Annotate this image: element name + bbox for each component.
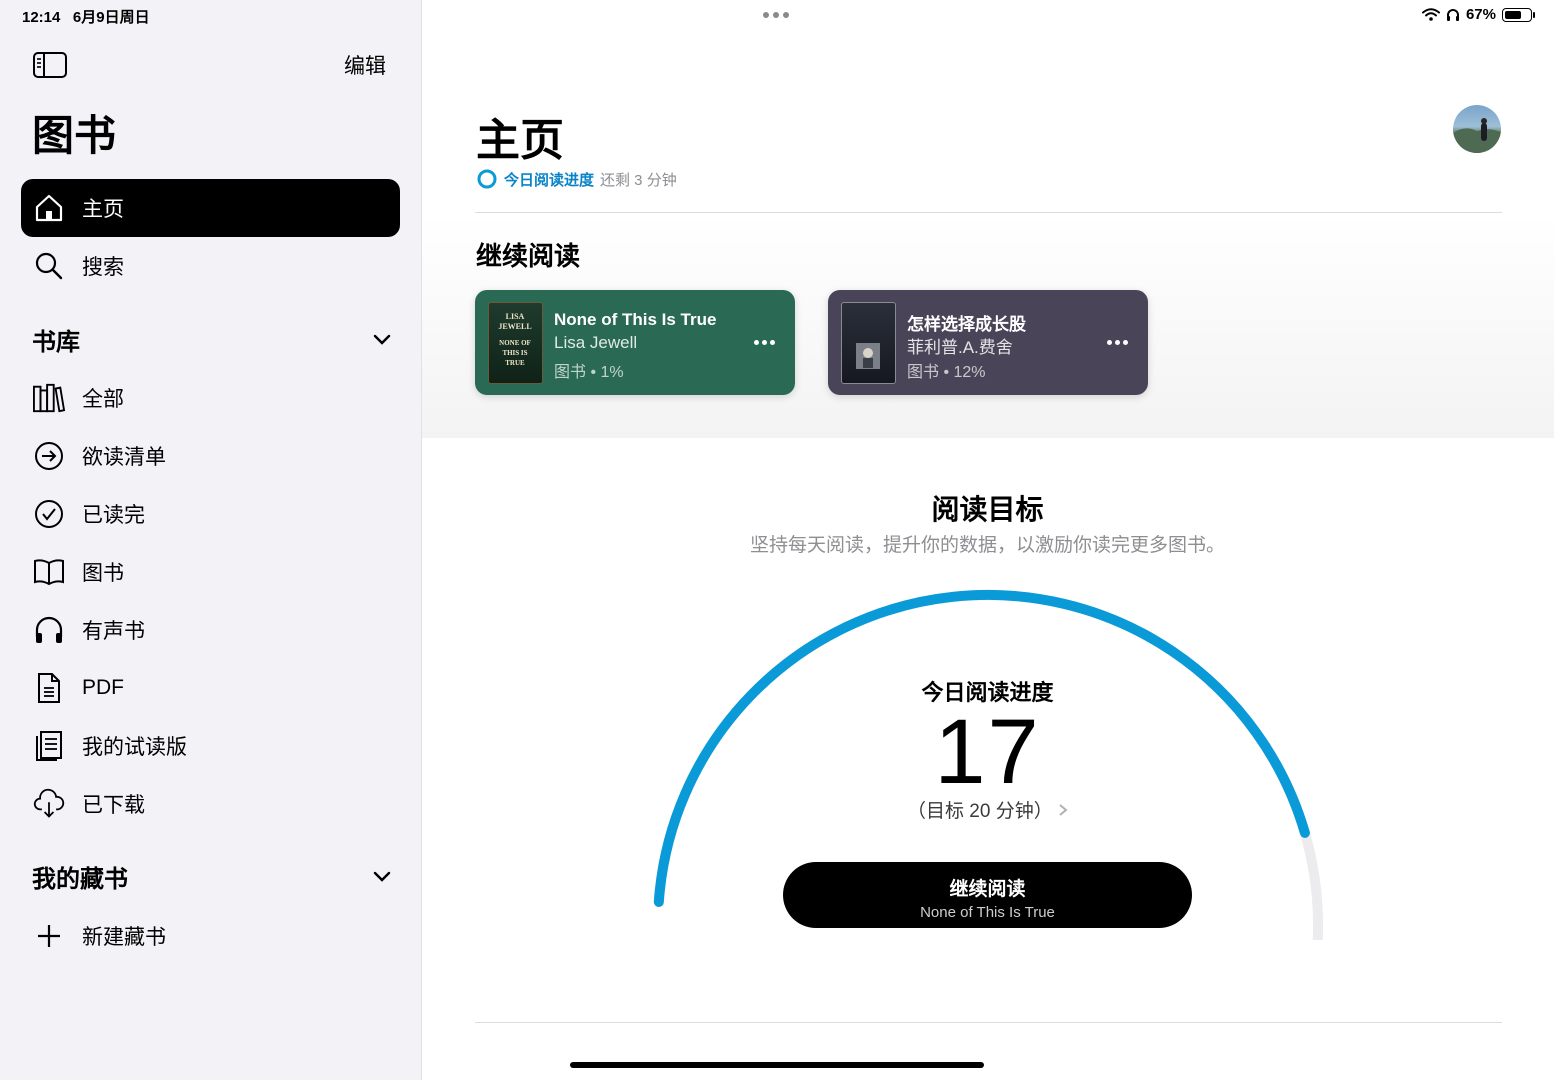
library-header-label: 书库 xyxy=(32,329,80,356)
arrow-circle-icon xyxy=(33,440,65,472)
sidebar-item-label: 全部 xyxy=(82,388,124,411)
sidebar-toggle-button[interactable] xyxy=(32,50,68,80)
sidebar-item-home[interactable]: 主页 xyxy=(21,179,400,237)
progress-ring-icon xyxy=(477,169,497,189)
book-title: None of This Is True xyxy=(554,310,717,329)
search-icon xyxy=(33,250,65,282)
continue-button-subtitle: None of This Is True xyxy=(920,904,1055,921)
sidebar-item-want-to-read[interactable]: 欲读清单 xyxy=(21,427,400,485)
plus-icon xyxy=(33,920,65,952)
continue-button-title: 继续阅读 xyxy=(949,879,1026,900)
sidebar-item-audiobooks[interactable]: 有声书 xyxy=(21,601,400,659)
wifi-icon xyxy=(1421,8,1440,21)
edit-button[interactable]: 编辑 xyxy=(344,50,386,80)
book-author: Lisa Jewell xyxy=(554,333,638,352)
status-indicators: 67% xyxy=(1421,6,1535,23)
gauge-target-label: （目标 20 分钟） xyxy=(907,801,1053,822)
chevron-down-icon xyxy=(373,334,391,345)
continue-reading-title: 继续阅读 xyxy=(476,241,581,271)
chevron-right-icon xyxy=(1059,804,1068,816)
page-title: 主页 xyxy=(476,116,564,165)
svg-text:TRUE: TRUE xyxy=(505,359,525,367)
house-icon xyxy=(33,192,65,224)
sidebar-item-label: 图书 xyxy=(82,562,124,585)
svg-text:THIS IS: THIS IS xyxy=(502,349,527,357)
reading-goal-remaining: 还剩 3 分钟 xyxy=(600,171,677,189)
sidebar-title: 图书 xyxy=(32,112,117,159)
sidebar-item-label: 搜索 xyxy=(82,256,124,279)
sidebar-item-label: 有声书 xyxy=(82,620,145,643)
headphones-icon xyxy=(33,614,65,646)
new-collection-label: 新建藏书 xyxy=(82,926,166,949)
collections-section-header[interactable]: 我的藏书 xyxy=(32,859,392,894)
book-card[interactable]: 怎样选择成长股 菲利普.A.费舍 图书 • 12% xyxy=(828,290,1148,395)
sidebar-item-label: 主页 xyxy=(82,198,124,221)
gauge-target[interactable]: （目标 20 分钟） xyxy=(0,796,1554,823)
status-time: 12:14 6月9日周日 xyxy=(22,9,150,26)
more-options-button[interactable] xyxy=(1107,340,1128,345)
reading-goal-subtitle: 坚持每天阅读，提升你的数据，以激励你读完更多图书。 xyxy=(749,535,1225,556)
sidebar-icon xyxy=(33,52,67,78)
new-collection-button[interactable]: 新建藏书 xyxy=(21,907,400,965)
book-meta: 图书 • 12% xyxy=(907,364,986,381)
library-section-header[interactable]: 书库 xyxy=(32,322,392,357)
reading-goal-link-label: 今日阅读进度 xyxy=(504,171,595,189)
chevron-down-icon xyxy=(373,871,391,882)
divider xyxy=(475,212,1502,213)
sidebar-item-search[interactable]: 搜索 xyxy=(21,237,400,295)
battery-percent: 67% xyxy=(1465,6,1496,23)
sidebar-item-all[interactable]: 全部 xyxy=(21,369,400,427)
battery-icon xyxy=(1502,7,1535,22)
book-meta: 图书 • 1% xyxy=(554,364,624,381)
reading-goal-title: 阅读目标 xyxy=(931,494,1044,525)
books-icon xyxy=(33,382,65,414)
book-cover xyxy=(841,302,896,384)
gauge-value: 17 xyxy=(934,701,1041,803)
book-title: 怎样选择成长股 xyxy=(907,315,1026,334)
headphones-status-icon xyxy=(1446,8,1459,21)
book-cover: LISA JEWELL NONE OF THIS IS TRUE xyxy=(488,302,543,384)
avatar[interactable] xyxy=(1453,105,1501,153)
more-options-button[interactable] xyxy=(754,340,775,345)
continue-reading-button[interactable]: 继续阅读 None of This Is True xyxy=(783,862,1192,928)
home-indicator[interactable] xyxy=(570,1062,984,1068)
svg-text:NONE OF: NONE OF xyxy=(499,339,531,347)
divider xyxy=(475,1022,1502,1023)
sidebar-item-label: 欲读清单 xyxy=(82,446,166,469)
book-author: 菲利普.A.费舍 xyxy=(907,338,1013,357)
collections-header-label: 我的藏书 xyxy=(32,866,128,893)
svg-text:LISA: LISA xyxy=(506,312,525,321)
svg-text:JEWELL: JEWELL xyxy=(498,322,531,331)
multitasking-menu[interactable] xyxy=(763,12,789,18)
reading-goal-link[interactable]: 今日阅读进度 还剩 3 分钟 xyxy=(476,168,677,190)
open-book-icon xyxy=(33,556,65,588)
book-card[interactable]: LISA JEWELL NONE OF THIS IS TRUE None of Thi… xyxy=(475,290,795,395)
